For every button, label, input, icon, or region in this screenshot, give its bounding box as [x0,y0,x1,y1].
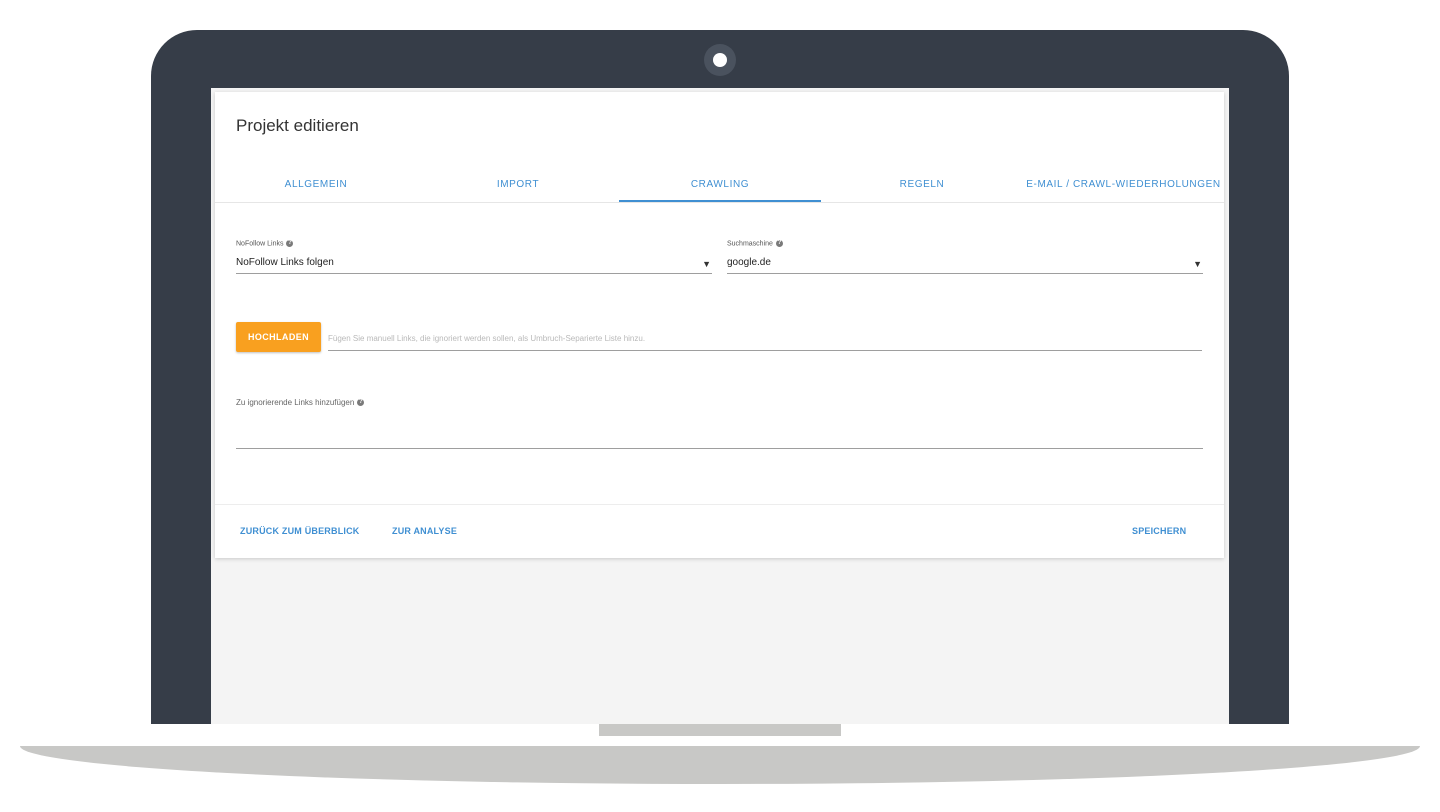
ignore-links-label-text: Zu ignorierende Links hinzufügen [236,398,355,407]
search-engine-label: Suchmaschine? [727,240,783,247]
dropdown-arrow-icon: ▼ [702,259,711,269]
page-title: Projekt editieren [236,116,359,135]
help-icon[interactable]: ? [357,399,365,407]
back-to-overview-button[interactable]: ZURÜCK ZUM ÜBERBLICK [240,526,360,536]
camera-icon [704,44,736,76]
card-footer: ZURÜCK ZUM ÜBERBLICK ZUR ANALYSE SPEICHE… [215,504,1224,559]
help-icon[interactable]: ? [775,240,783,247]
ignore-links-textarea[interactable] [236,422,1203,449]
help-icon[interactable]: ? [286,240,294,247]
laptop-base [20,746,1420,784]
ignore-links-label: Zu ignorierende Links hinzufügen? [236,398,365,407]
manual-links-input[interactable] [328,326,1202,351]
nofollow-select[interactable]: NoFollow Links folgen ▼ [236,255,712,274]
to-analysis-button[interactable]: ZUR ANALYSE [392,526,457,536]
app-screen: Projekt editieren ALLGEMEIN IMPORT CRAWL… [211,88,1229,724]
tab-bar: ALLGEMEIN IMPORT CRAWLING REGELN E-MAIL … [215,172,1224,203]
search-engine-select-value: google.de [727,257,771,268]
tab-allgemein[interactable]: ALLGEMEIN [215,172,417,202]
search-engine-select[interactable]: google.de ▼ [727,255,1203,274]
upload-button[interactable]: HOCHLADEN [236,322,321,352]
nofollow-label-text: NoFollow Links [236,240,284,248]
nofollow-select-value: NoFollow Links folgen [236,257,334,268]
tab-email-crawl-wiederholungen[interactable]: E-MAIL / CRAWL-WIEDERHOLUNGEN [1023,172,1224,202]
tab-crawling[interactable]: CRAWLING [619,172,821,202]
dropdown-arrow-icon: ▼ [1193,259,1202,269]
search-engine-label-text: Suchmaschine [727,240,773,248]
edit-project-card: Projekt editieren ALLGEMEIN IMPORT CRAWL… [215,92,1224,558]
tab-regeln[interactable]: REGELN [821,172,1023,202]
tab-import[interactable]: IMPORT [417,172,619,202]
laptop-notch [599,724,841,736]
nofollow-label: NoFollow Links? [236,240,294,248]
save-button[interactable]: SPEICHERN [1132,526,1186,536]
